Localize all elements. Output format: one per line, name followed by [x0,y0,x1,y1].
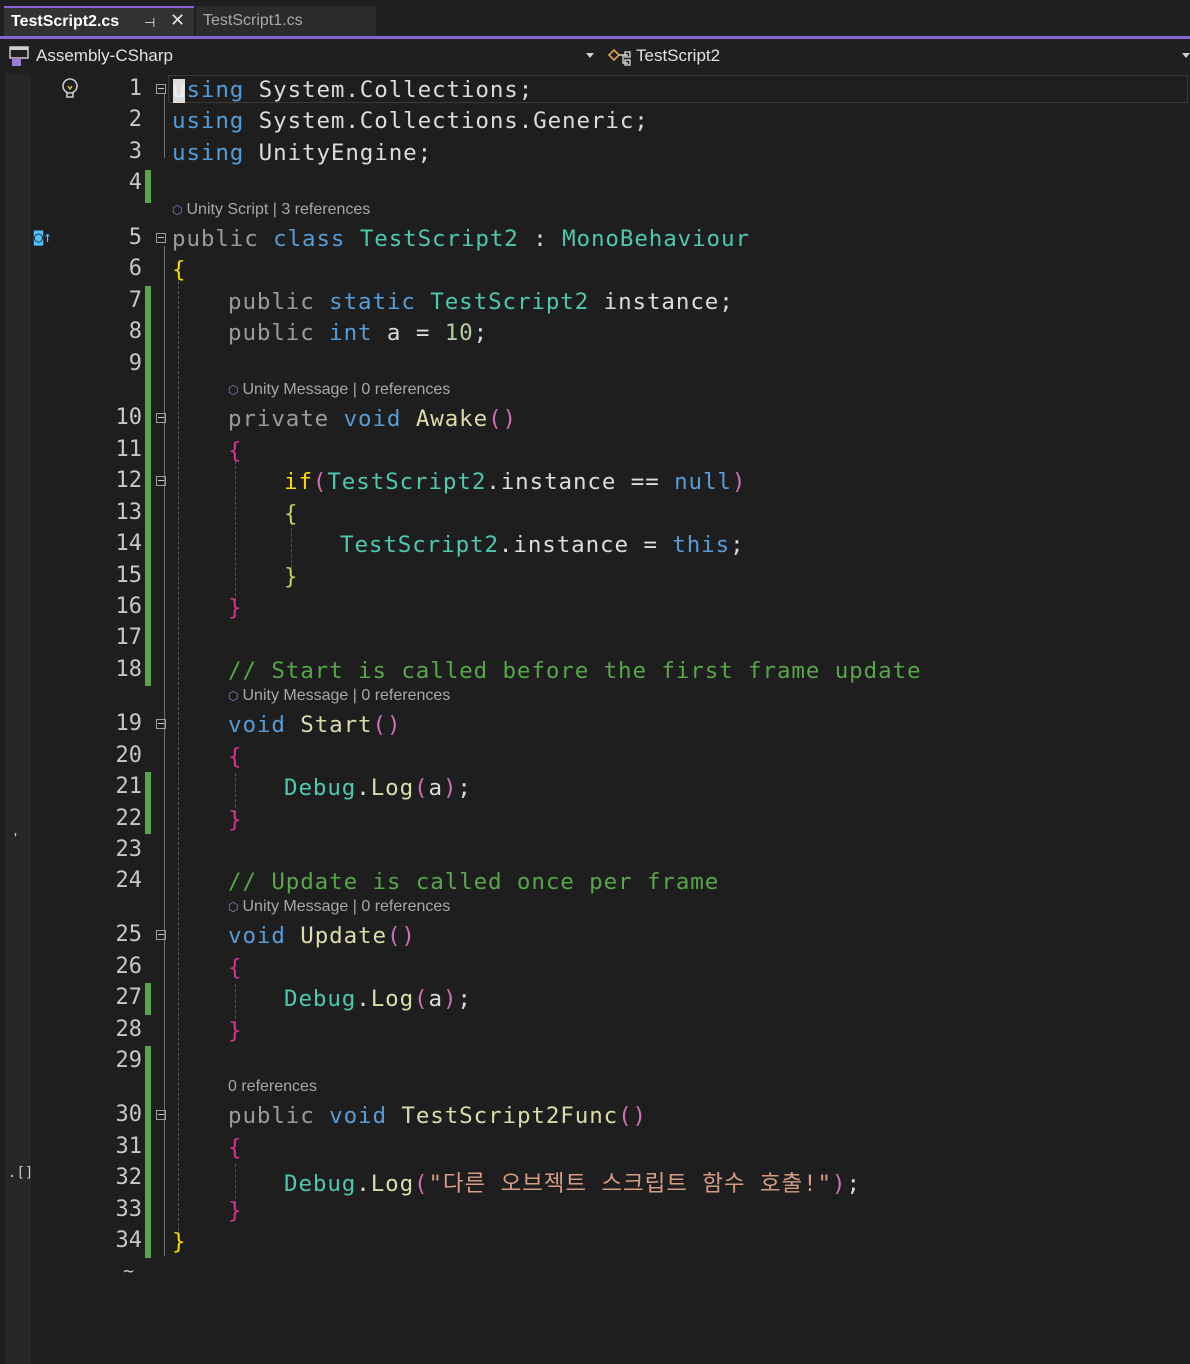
code-line[interactable]: { [228,1135,242,1161]
navigation-bar: Assembly-CSharp TestScript2 [0,39,1190,73]
code-line[interactable]: { [228,438,242,464]
code-line[interactable]: private void Awake() [228,406,517,432]
class-icon [607,48,631,66]
project-icon [9,46,29,66]
code-line[interactable]: using System.Collections.Generic; [172,108,649,134]
pin-icon[interactable]: ⊣ [144,15,155,31]
code-line[interactable]: } [172,1229,186,1255]
project-name: Assembly-CSharp [36,46,173,65]
code-line[interactable]: void Start() [228,712,401,738]
tab-testscript2[interactable]: TestScript2.cs ⊣ ✕ [4,6,194,36]
code-line[interactable]: { [284,501,298,527]
code-line[interactable]: } [228,1198,242,1224]
unity-icon: ⬡ [172,203,183,217]
code-line[interactable]: TestScript2.instance = this; [340,532,745,558]
code-line[interactable]: Debug.Log(a); [284,986,472,1012]
code-line[interactable]: public void TestScript2Func() [228,1103,647,1129]
codelens-start[interactable]: ⬡ Unity Message | 0 references [228,687,450,705]
code-line[interactable]: Debug.Log(a); [284,775,472,801]
code-line[interactable]: { [228,955,242,981]
code-line[interactable]: { [172,257,186,283]
code-line[interactable]: // Start is called before the first fram… [228,658,921,684]
unity-icon: ⬡ [228,900,239,914]
type-dropdown[interactable]: TestScript2 [606,44,1190,68]
code-line[interactable]: public class TestScript2 : MonoBehaviour [172,226,750,252]
code-line[interactable]: public static TestScript2 instance; [228,289,734,315]
text-cursor [173,79,185,103]
code-line[interactable]: using UnityEngine; [172,140,432,166]
code-line[interactable]: if(TestScript2.instance == null) [284,469,746,495]
code-line[interactable]: using System.Collections; [172,77,533,103]
code-line[interactable]: { [228,744,242,770]
project-dropdown[interactable]: Assembly-CSharp [8,44,598,68]
codelens-update[interactable]: ⬡ Unity Message | 0 references [228,898,450,916]
tab-label: TestScript2.cs [11,13,120,30]
code-line[interactable]: public int a = 10; [228,320,488,346]
code-line[interactable]: } [228,807,242,833]
tab-testscript1[interactable]: TestScript1.cs [196,6,376,36]
unity-icon: ⬡ [228,383,239,397]
code-line[interactable]: } [228,1018,242,1044]
code-line[interactable]: // Update is called once per frame [228,869,719,895]
code-editor[interactable]: ◙↑ ' .[] 1 2 3 4 5 6 7 8 9 10 11 12 13 1… [0,73,1190,1364]
code-line[interactable]: void Update() [228,923,416,949]
code-line[interactable]: Debug.Log("다른 오브젝트 스크립트 함수 호출!"); [284,1166,861,1198]
codelens-class[interactable]: ⬡ Unity Script | 3 references [172,201,370,219]
codelens-awake[interactable]: ⬡ Unity Message | 0 references [228,381,450,399]
code-line[interactable]: } [284,564,298,590]
chevron-down-icon [586,53,594,58]
tab-bar: TestScript2.cs ⊣ ✕ TestScript1.cs [0,0,1190,39]
codelens-func[interactable]: 0 references [228,1078,317,1096]
code-area[interactable]: using System.Collections; using System.Co… [0,73,1190,1364]
type-name: TestScript2 [636,46,721,65]
code-line[interactable]: } [228,595,242,621]
chevron-down-icon [1182,53,1190,58]
close-icon[interactable]: ✕ [170,10,185,31]
tab-label: TestScript1.cs [203,12,303,29]
unity-icon: ⬡ [228,689,239,703]
